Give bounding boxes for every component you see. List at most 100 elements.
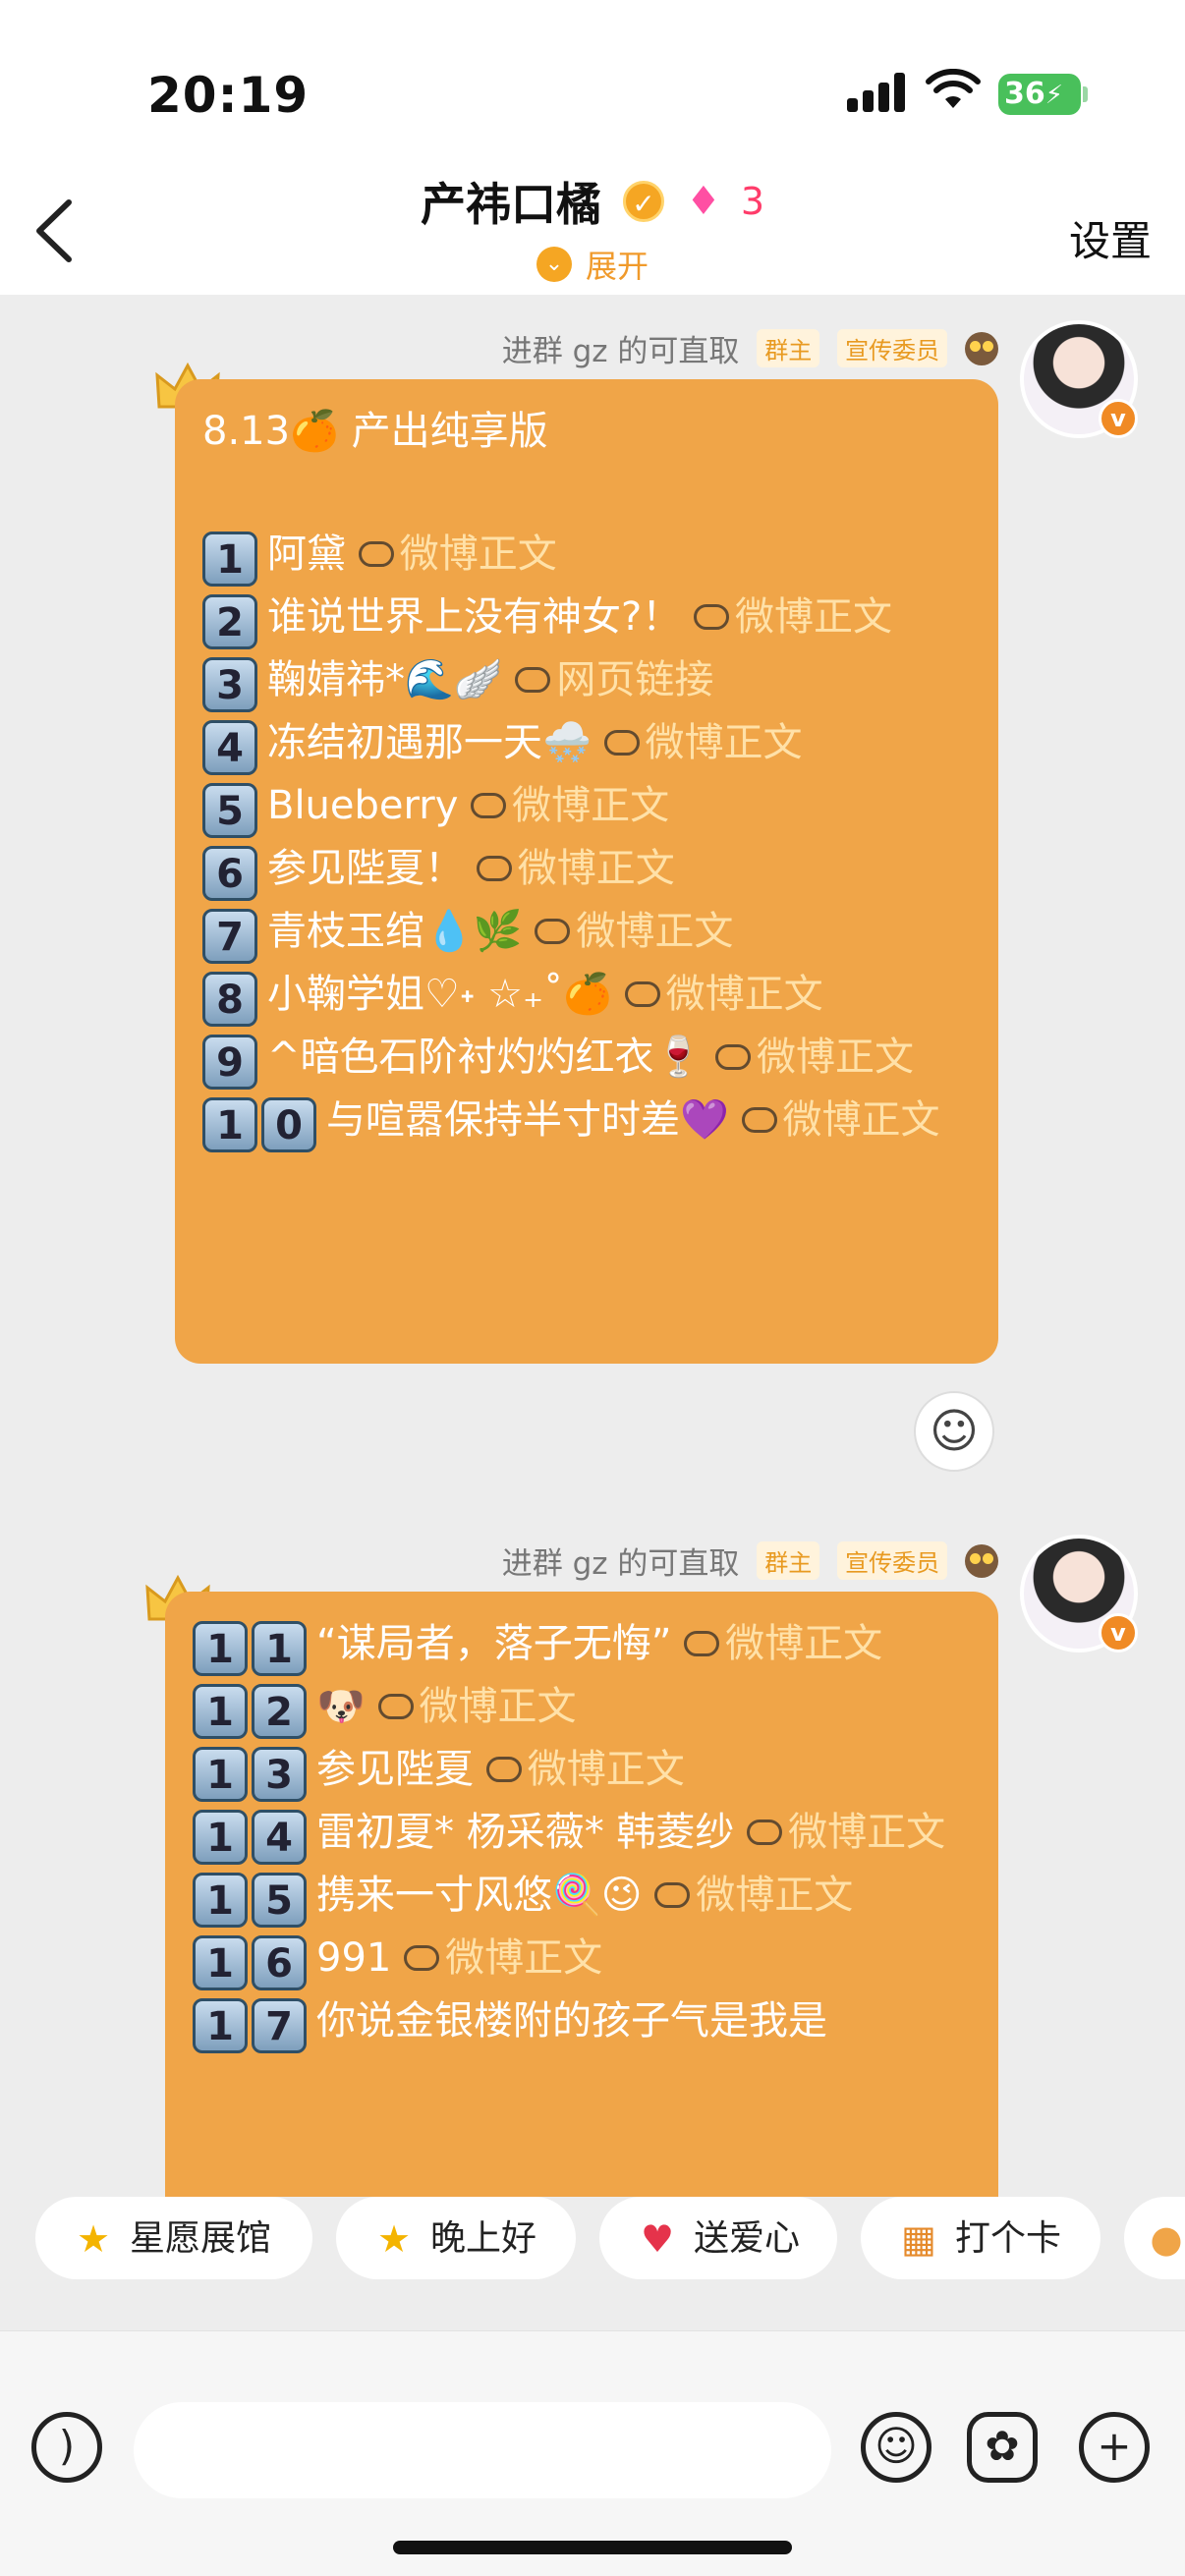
number-keycap: 1 [252,1621,307,1676]
list-item: 1 2 🐶 微博正文 [193,1676,971,1739]
list-item: 1 4 雷初夏* 杨采薇* 韩菱纱 微博正文 [193,1802,971,1865]
weibo-link[interactable]: 微博正文 [715,1035,914,1080]
link-label: 微博正文 [517,845,675,891]
item-text: “谋局者，落子无悔” [316,1621,672,1666]
link-cloud-icon [747,1820,783,1845]
sticker-button[interactable]: ✿ [967,2412,1038,2483]
item-text: 参见陛夏！ [267,845,464,891]
weibo-link[interactable]: 微博正文 [485,1747,685,1792]
weibo-link[interactable]: 微博正文 [684,1621,882,1666]
message-bubble[interactable]: 1 1 “谋局者，落子无悔” 微博正文 1 2 🐶 微博正文 1 3 参见陛夏 微博正文 1 4 雷初… [165,1592,998,2197]
link-label: 微博正文 [757,1034,915,1080]
weibo-link[interactable]: 微博正文 [624,972,823,1017]
link-label: 微博正文 [512,782,670,828]
link-cloud-icon [476,855,512,881]
message-input[interactable] [134,2402,831,2498]
chip-label: 晚上好 [430,2218,537,2259]
weibo-link[interactable]: 网页链接 [515,657,713,702]
message-bubble[interactable]: 8.13🍊 产出纯享版 1 阿黛 微博正文 2 谁说世界上没有神女?！ 微博正文 3 鞠婧… [175,379,998,1364]
number-keycap: 7 [252,1998,307,2053]
chip-check-in[interactable]: ▦ 打个卡 [861,2197,1100,2279]
number-keycap: 9 [202,1034,257,1090]
coin-icon: ● [1150,2217,1183,2261]
avatar[interactable]: v [1020,1535,1138,1652]
link-cloud-icon [603,729,640,756]
weibo-link[interactable]: 微博正文 [654,1873,853,1918]
list-item: 9 ^暗色石阶衬灼灼红衣🍷 微博正文 [202,1027,971,1090]
item-text: 青枝玉绾💧🌿 [267,908,523,954]
list-item: 6 参见陛夏！ 微博正文 [202,838,971,901]
link-cloud-icon [404,1945,440,1971]
top-bar: 20:19 36⚡ 产祎口橘 ✓ ♦ 3 ⌄ 展开 设置 [0,0,1185,295]
item-text: 冻结初遇那一天🌨️ [267,719,592,765]
chip-star-gallery[interactable]: ★ 星愿展馆 [35,2197,312,2279]
link-cloud-icon [358,540,394,567]
list-item: 1 阿黛 微博正文 [202,524,971,587]
message-sender-row: 进群 gz 的可直取 群主 宣传委员 [502,326,998,370]
weibo-link[interactable]: 微博正文 [535,909,733,954]
weibo-link[interactable]: 微博正文 [476,845,675,891]
list-item: 4 冻结初遇那一天🌨️ 微博正文 [202,712,971,775]
item-text: 鞠婧祎*🌊🪽 [267,656,503,702]
list-item: 1 0 与喧嚣保持半寸时差💜 微博正文 [202,1090,971,1152]
number-keycap: 1 [202,1096,257,1152]
battery-level: 36 [1004,77,1045,111]
role-tag-owner: 群主 [757,1541,820,1580]
link-cloud-icon [741,1106,777,1133]
weibo-link[interactable]: 微博正文 [358,532,557,577]
number-keycap: 1 [193,1747,248,1802]
expand-button[interactable]: ⌄ 展开 [0,242,1185,287]
link-label: 网页链接 [556,656,714,702]
number-keycap: 1 [193,1684,248,1739]
number-keycap: 7 [202,908,257,964]
link-label: 微博正文 [782,1096,940,1143]
owl-badge-icon [965,1543,998,1578]
quick-actions: ★ 星愿展馆 ★ 晚上好 ♥ 送爱心 ▦ 打个卡 ● [0,2197,1185,2334]
message-sender-row: 进群 gz 的可直取 群主 宣传委员 [502,1539,998,1583]
list-item: 5 Blueberry 微博正文 [202,775,971,838]
status-time: 20:19 [147,67,310,124]
number-keycap: 4 [202,719,257,775]
page-title: 产祎口橘 [420,178,601,231]
weibo-link[interactable]: 微博正文 [693,594,892,640]
fire-level-count: 3 [740,180,765,223]
link-cloud-icon [485,1757,522,1782]
verified-v-icon: v [1099,399,1138,438]
weibo-link[interactable]: 微博正文 [603,719,803,765]
role-tag-promoter: 宣传委员 [837,1541,948,1580]
list-item: 1 1 “谋局者，落子无悔” 微博正文 [193,1613,971,1676]
item-text: 与喧嚣保持半寸时差💜 [326,1096,729,1143]
link-cloud-icon [535,918,571,944]
weibo-link[interactable]: 微博正文 [471,783,669,828]
weibo-link[interactable]: 微博正文 [404,1935,602,1981]
weibo-link[interactable]: 微博正文 [747,1810,945,1855]
chip-good-evening[interactable]: ★ 晚上好 [336,2197,576,2279]
link-label: 微博正文 [645,719,803,765]
list-item: 7 青枝玉绾💧🌿 微博正文 [202,901,971,964]
link-label: 微博正文 [445,1935,603,1981]
weibo-link[interactable]: 微博正文 [377,1684,577,1729]
link-cloud-icon [693,603,729,630]
message-title: 8.13🍊 产出纯享版 [202,409,548,454]
emoji-button[interactable]: ☺ [861,2412,931,2483]
add-more-button[interactable]: + [1079,2412,1150,2483]
number-keycap: 1 [202,531,257,587]
add-reaction-button[interactable]: ☺ [914,1391,994,1472]
number-keycap: 5 [252,1873,307,1928]
flower-icon: ✿ [985,2422,1020,2470]
chip-more[interactable]: ● [1124,2197,1185,2279]
settings-button[interactable]: 设置 [1069,208,1152,268]
avatar[interactable]: v [1020,320,1138,438]
sender-name: 进群 gz 的可直取 [501,1546,740,1582]
weibo-link[interactable]: 微博正文 [741,1096,940,1143]
link-cloud-icon [654,1882,691,1908]
calendar-icon: ▦ [901,2217,936,2261]
heart-icon: ♥ [640,2217,675,2261]
number-keycap: 1 [193,1935,248,1990]
chat-title-row[interactable]: 产祎口橘 ✓ ♦ 3 [0,169,1185,234]
voice-input-button[interactable]: ) [31,2412,102,2483]
plus-icon: + [1097,2422,1132,2470]
number-keycap: 1 [193,1810,248,1865]
chip-send-heart[interactable]: ♥ 送爱心 [599,2197,837,2279]
list-item: 3 鞠婧祎*🌊🪽 网页链接 [202,649,971,712]
